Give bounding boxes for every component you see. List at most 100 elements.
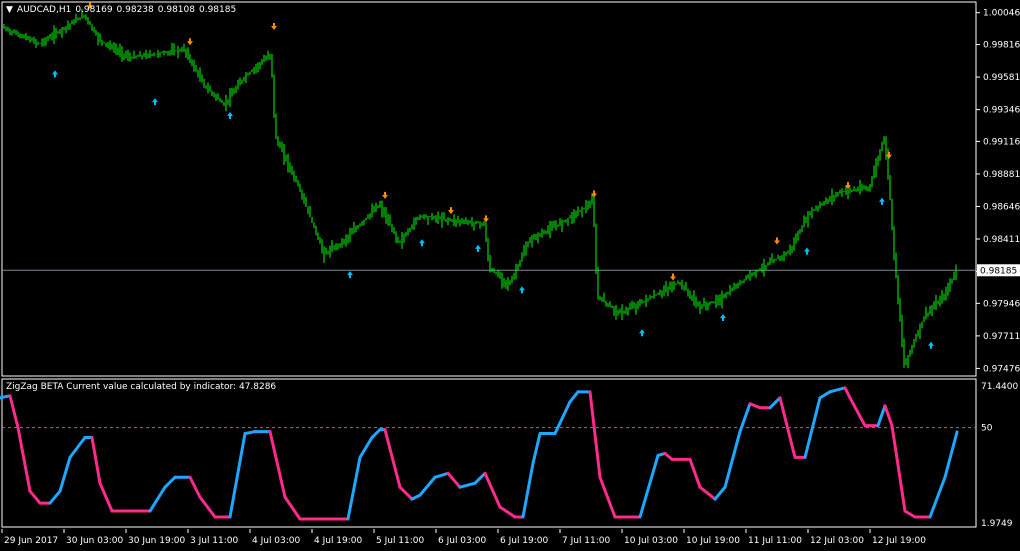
zigzag-segment bbox=[598, 475, 617, 519]
arrow-down-icon bbox=[187, 38, 193, 46]
time-tick-label: 12 Jul 03:00 bbox=[810, 536, 864, 546]
close-value: 0.98185 bbox=[198, 5, 237, 15]
indicator-min-label: 1.9749 bbox=[981, 519, 1013, 529]
zigzag-segment bbox=[521, 461, 535, 519]
zigzag-segment bbox=[398, 485, 414, 501]
price-tick-label: 0.99346 bbox=[983, 106, 1020, 116]
price-tick-label: 0.98411 bbox=[983, 235, 1020, 245]
price-tick-label: 0.97476 bbox=[983, 364, 1020, 374]
zigzag-segment bbox=[28, 489, 42, 505]
arrow-up-icon bbox=[227, 111, 233, 119]
zigzag-segment bbox=[638, 453, 660, 519]
zigzag-segment bbox=[370, 428, 382, 440]
zigzag-segment bbox=[498, 505, 517, 519]
zigzag-segment bbox=[723, 430, 742, 489]
arrow-up-icon bbox=[720, 314, 726, 322]
indicator-title: ZigZag BETA Current value calculated by … bbox=[6, 382, 277, 392]
zigzag-segment bbox=[198, 495, 217, 519]
zigzag-segment bbox=[346, 455, 362, 521]
arrow-down-icon bbox=[670, 273, 676, 281]
zigzag-segment bbox=[68, 436, 87, 459]
zigzag-segment bbox=[568, 390, 580, 404]
zigzag-segment bbox=[90, 436, 102, 485]
zigzag-segment bbox=[16, 426, 32, 493]
zigzag-segment bbox=[943, 430, 959, 479]
price-tick-label: 0.98646 bbox=[983, 202, 1020, 212]
chart-header: ▼ AUDCAD,H1 0.98169 0.98238 0.98108 0.98185 bbox=[6, 5, 240, 15]
arrow-up-icon bbox=[52, 70, 58, 78]
low-value: 0.98108 bbox=[157, 5, 195, 15]
time-tick-label: 4 Jul 03:00 bbox=[252, 536, 301, 546]
zigzag-segment bbox=[433, 471, 450, 479]
zigzag-segment bbox=[876, 404, 887, 428]
high-value: 0.98238 bbox=[116, 5, 154, 15]
arrow-up-icon bbox=[519, 286, 525, 294]
zigzag-segment bbox=[0, 394, 12, 400]
price-tick-label: 0.98881 bbox=[983, 170, 1020, 180]
zigzag-segment bbox=[818, 390, 832, 400]
arrow-up-icon bbox=[347, 271, 353, 279]
candlestick-series[interactable] bbox=[3, 8, 957, 369]
symbol-label: AUDCAD,H1 bbox=[16, 5, 72, 15]
zigzag-segment bbox=[268, 430, 287, 499]
price-chart[interactable]: 1.00046 0.99816 0.99581 0.99346 0.99116 0.988… bbox=[0, 0, 1020, 377]
open-value: 0.98169 bbox=[75, 5, 113, 15]
zigzag-segment bbox=[848, 396, 867, 428]
time-tick-label: 11 Jul 11:00 bbox=[748, 536, 802, 546]
zigzag-segment bbox=[48, 489, 62, 505]
arrow-up-icon bbox=[152, 98, 158, 106]
zigzag-segment bbox=[8, 394, 20, 430]
zigzag-segment bbox=[843, 386, 852, 400]
zigzag-segment bbox=[713, 485, 727, 501]
zigzag-segment bbox=[228, 432, 247, 519]
zigzag-segment bbox=[418, 475, 437, 497]
zigzag-segment bbox=[473, 471, 487, 485]
time-tick-label: 5 Jul 11:00 bbox=[376, 536, 425, 546]
price-tick-label: 1.00046 bbox=[983, 9, 1020, 19]
zigzag-segment bbox=[358, 436, 374, 459]
arrow-up-icon bbox=[879, 197, 885, 205]
arrow-up-icon bbox=[475, 244, 481, 252]
arrow-down-icon bbox=[774, 237, 780, 245]
zigzag-segment bbox=[163, 475, 177, 489]
triangle-down-icon[interactable]: ▼ bbox=[6, 5, 13, 15]
time-tick-label: 12 Jul 19:00 bbox=[872, 536, 926, 546]
zigzag-segment bbox=[903, 509, 917, 519]
zigzag-segment bbox=[928, 475, 947, 519]
time-tick-label: 7 Jul 11:00 bbox=[562, 536, 611, 546]
zigzag-segment bbox=[890, 424, 907, 513]
fractal-arrows bbox=[52, 2, 934, 349]
time-tick-label: 10 Jul 03:00 bbox=[624, 536, 678, 546]
time-tick-label: 29 Jun 2017 bbox=[4, 536, 58, 546]
zigzag-segment bbox=[531, 432, 542, 465]
arrow-down-icon bbox=[271, 22, 277, 30]
zigzag-segment bbox=[588, 390, 602, 479]
current-price-label: 0.98185 bbox=[980, 266, 1017, 276]
time-tick-label: 10 Jul 19:00 bbox=[686, 536, 740, 546]
indicator-level-label: 50 bbox=[981, 424, 993, 434]
time-axis: 29 Jun 2017 30 Jun 03:00 30 Jun 19:00 3 Jul… bbox=[1, 529, 926, 546]
zigzag-segment bbox=[383, 428, 402, 489]
indicator-chart[interactable]: 71.4400 50 1.9749 bbox=[0, 377, 1020, 529]
price-tick-label: 0.97946 bbox=[983, 299, 1020, 309]
time-tick-label: 6 Jul 19:00 bbox=[500, 536, 549, 546]
price-tick-label: 0.99581 bbox=[983, 73, 1020, 83]
price-tick-label: 0.97711 bbox=[983, 332, 1020, 342]
zigzag-segment bbox=[283, 495, 302, 521]
indicator-frame bbox=[1, 378, 977, 528]
zigzag-segment bbox=[98, 481, 114, 513]
indicator-max-label: 71.4400 bbox=[981, 382, 1018, 392]
zigzag-segment bbox=[553, 400, 572, 436]
zigzag-segment bbox=[768, 396, 782, 410]
arrow-up-icon bbox=[928, 341, 934, 349]
time-tick-label: 30 Jun 03:00 bbox=[66, 536, 123, 546]
zigzag-segment bbox=[148, 485, 167, 513]
zigzag-segment bbox=[828, 386, 847, 394]
time-tick-label: 3 Jul 11:00 bbox=[190, 536, 239, 546]
arrow-down-icon bbox=[886, 151, 892, 159]
zigzag-segment bbox=[243, 430, 257, 436]
time-tick-label: 6 Jul 03:00 bbox=[438, 536, 487, 546]
arrow-up-icon bbox=[804, 247, 810, 255]
arrow-up-icon bbox=[639, 329, 645, 337]
arrow-down-icon bbox=[448, 207, 454, 215]
